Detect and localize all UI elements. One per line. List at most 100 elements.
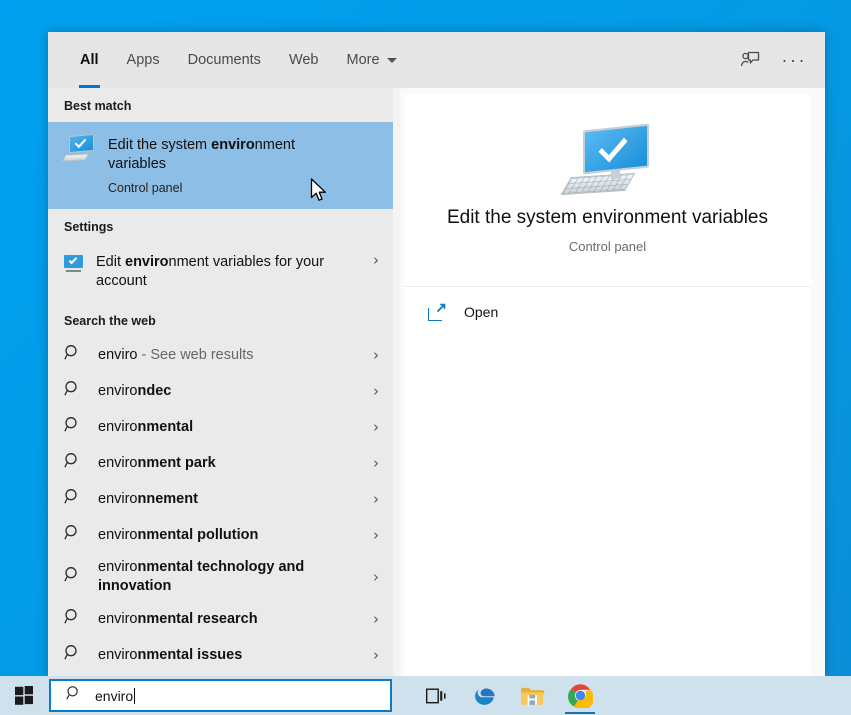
monitor-check-icon — [64, 135, 94, 161]
web-suggestion-item[interactable]: environment park › — [48, 445, 393, 481]
web-suggestion-typed: enviro — [98, 347, 138, 363]
chevron-right-icon: › — [367, 612, 379, 627]
web-suggestion-item[interactable]: environmental pollution › — [48, 517, 393, 553]
file-explorer-button[interactable] — [508, 676, 556, 715]
preview-subtitle: Control panel — [569, 239, 646, 254]
preview-empty-area — [404, 337, 811, 676]
web-section-header: Search the web — [48, 303, 393, 337]
header-actions: ··· — [740, 32, 825, 88]
best-match-result[interactable]: Edit the system environment variables Co… — [48, 122, 393, 209]
tab-web[interactable]: Web — [275, 32, 333, 88]
magnifier-icon — [64, 566, 81, 588]
settings-item-label: Edit environment variables for your acco… — [96, 253, 331, 291]
settings-result-item[interactable]: Edit environment variables for your acco… — [48, 243, 393, 303]
settings-section-header: Settings — [48, 209, 393, 243]
web-suggestion-typed: enviro — [98, 383, 138, 399]
web-suggestion-typed: enviro — [98, 611, 138, 627]
panel-divider — [393, 88, 400, 676]
magnifier-icon — [64, 344, 81, 366]
web-suggestion-label: environdec — [98, 382, 338, 401]
tab-apps[interactable]: Apps — [113, 32, 174, 88]
web-suggestion-completion: nmental — [138, 419, 194, 435]
taskbar-search-input[interactable]: enviro — [49, 679, 392, 712]
web-suggestions-list: enviro - See web results›environdec›envi… — [48, 337, 393, 673]
magnifier-icon — [66, 685, 82, 706]
microsoft-edge-button[interactable] — [460, 676, 508, 715]
search-input-value: enviro — [95, 688, 135, 704]
windows-search-flyout: All Apps Documents Web More — [48, 32, 825, 676]
open-external-icon — [428, 303, 446, 321]
search-header: All Apps Documents Web More — [48, 32, 825, 88]
web-suggestion-completion: nmental research — [138, 611, 258, 627]
search-tabs: All Apps Documents Web More — [48, 32, 411, 88]
magnifier-icon — [64, 644, 81, 666]
feedback-icon[interactable] — [740, 50, 760, 70]
more-options-icon[interactable]: ··· — [782, 51, 807, 69]
tab-documents[interactable]: Documents — [174, 32, 275, 88]
chevron-right-icon: › — [367, 570, 379, 585]
web-suggestion-label: enviro - See web results — [98, 346, 338, 365]
tab-web-label: Web — [289, 52, 319, 68]
web-suggestion-typed: enviro — [98, 491, 138, 507]
magnifier-icon — [64, 380, 81, 402]
tab-documents-label: Documents — [188, 52, 261, 68]
magnifier-icon — [64, 524, 81, 546]
task-view-button[interactable] — [412, 676, 460, 715]
tab-all[interactable]: All — [66, 32, 113, 88]
web-suggestion-label: environnement — [98, 490, 338, 509]
tab-more[interactable]: More — [333, 32, 411, 88]
chevron-right-icon: › — [367, 492, 379, 507]
web-suggestion-typed: enviro — [98, 419, 138, 435]
tab-all-label: All — [80, 52, 99, 68]
web-suggestion-label: environmental issues — [98, 646, 338, 665]
web-suggestion-completion: nmental pollution — [138, 527, 259, 543]
best-match-title-highlight: enviro — [211, 137, 255, 153]
start-button[interactable] — [0, 676, 48, 715]
chevron-right-icon: › — [367, 528, 379, 543]
web-suggestion-label: environmental research — [98, 610, 338, 629]
web-suggestion-completion: nnement — [138, 491, 198, 507]
web-suggestion-item[interactable]: enviro - See web results › — [48, 337, 393, 373]
chevron-right-icon: › — [367, 456, 379, 471]
chevron-right-icon: › — [367, 420, 379, 435]
magnifier-icon — [64, 416, 81, 438]
best-match-title-prefix: Edit the system — [108, 137, 211, 153]
tab-more-label: More — [347, 52, 380, 68]
web-suggestion-typed: enviro — [98, 455, 138, 471]
chevron-down-icon — [387, 58, 397, 63]
web-suggestion-item[interactable]: environmental technology and innovation › — [48, 553, 393, 601]
web-suggestion-typed: enviro — [98, 647, 138, 663]
web-suggestion-completion: ndec — [138, 383, 172, 399]
web-suggestion-label: environmental technology and innovation — [98, 558, 338, 596]
best-match-text: Edit the system environment variables Co… — [108, 135, 323, 195]
search-body: Best match Edit the system environment v… — [48, 88, 825, 676]
google-chrome-button[interactable] — [556, 676, 604, 715]
web-suggestion-label: environmental pollution — [98, 526, 338, 545]
web-suggestion-completion: nmental issues — [138, 647, 243, 663]
web-suggestion-item[interactable]: environmental › — [48, 409, 393, 445]
tab-apps-label: Apps — [127, 52, 160, 68]
web-suggestion-item[interactable]: environmental research › — [48, 601, 393, 637]
web-suggestion-item[interactable]: environnement › — [48, 481, 393, 517]
preview-title: Edit the system environment variables — [447, 207, 768, 229]
magnifier-icon — [64, 452, 81, 474]
settings-prefix: Edit — [96, 254, 125, 270]
chevron-right-icon: › — [367, 648, 379, 663]
web-suggestion-completion: nment park — [138, 455, 216, 471]
chevron-right-icon: › — [367, 348, 379, 363]
best-match-title: Edit the system environment variables — [108, 136, 323, 174]
taskbar: enviro — [0, 676, 851, 715]
open-action-label: Open — [464, 304, 498, 320]
web-suggestion-item[interactable]: environmental issues › — [48, 637, 393, 673]
web-suggestion-item[interactable]: environdec › — [48, 373, 393, 409]
web-suggestion-typed: enviro — [98, 527, 138, 543]
web-suggestion-tail: - See web results — [138, 347, 254, 363]
web-suggestion-typed: enviro — [98, 559, 138, 575]
taskbar-pinned-apps — [412, 676, 604, 715]
results-list: Best match Edit the system environment v… — [48, 88, 393, 676]
chevron-right-icon: › — [367, 384, 379, 399]
web-suggestion-label: environment park — [98, 454, 338, 473]
open-action-button[interactable]: Open — [404, 287, 811, 337]
best-match-subtitle: Control panel — [108, 181, 323, 195]
ellipsis-label: ··· — [782, 51, 807, 69]
